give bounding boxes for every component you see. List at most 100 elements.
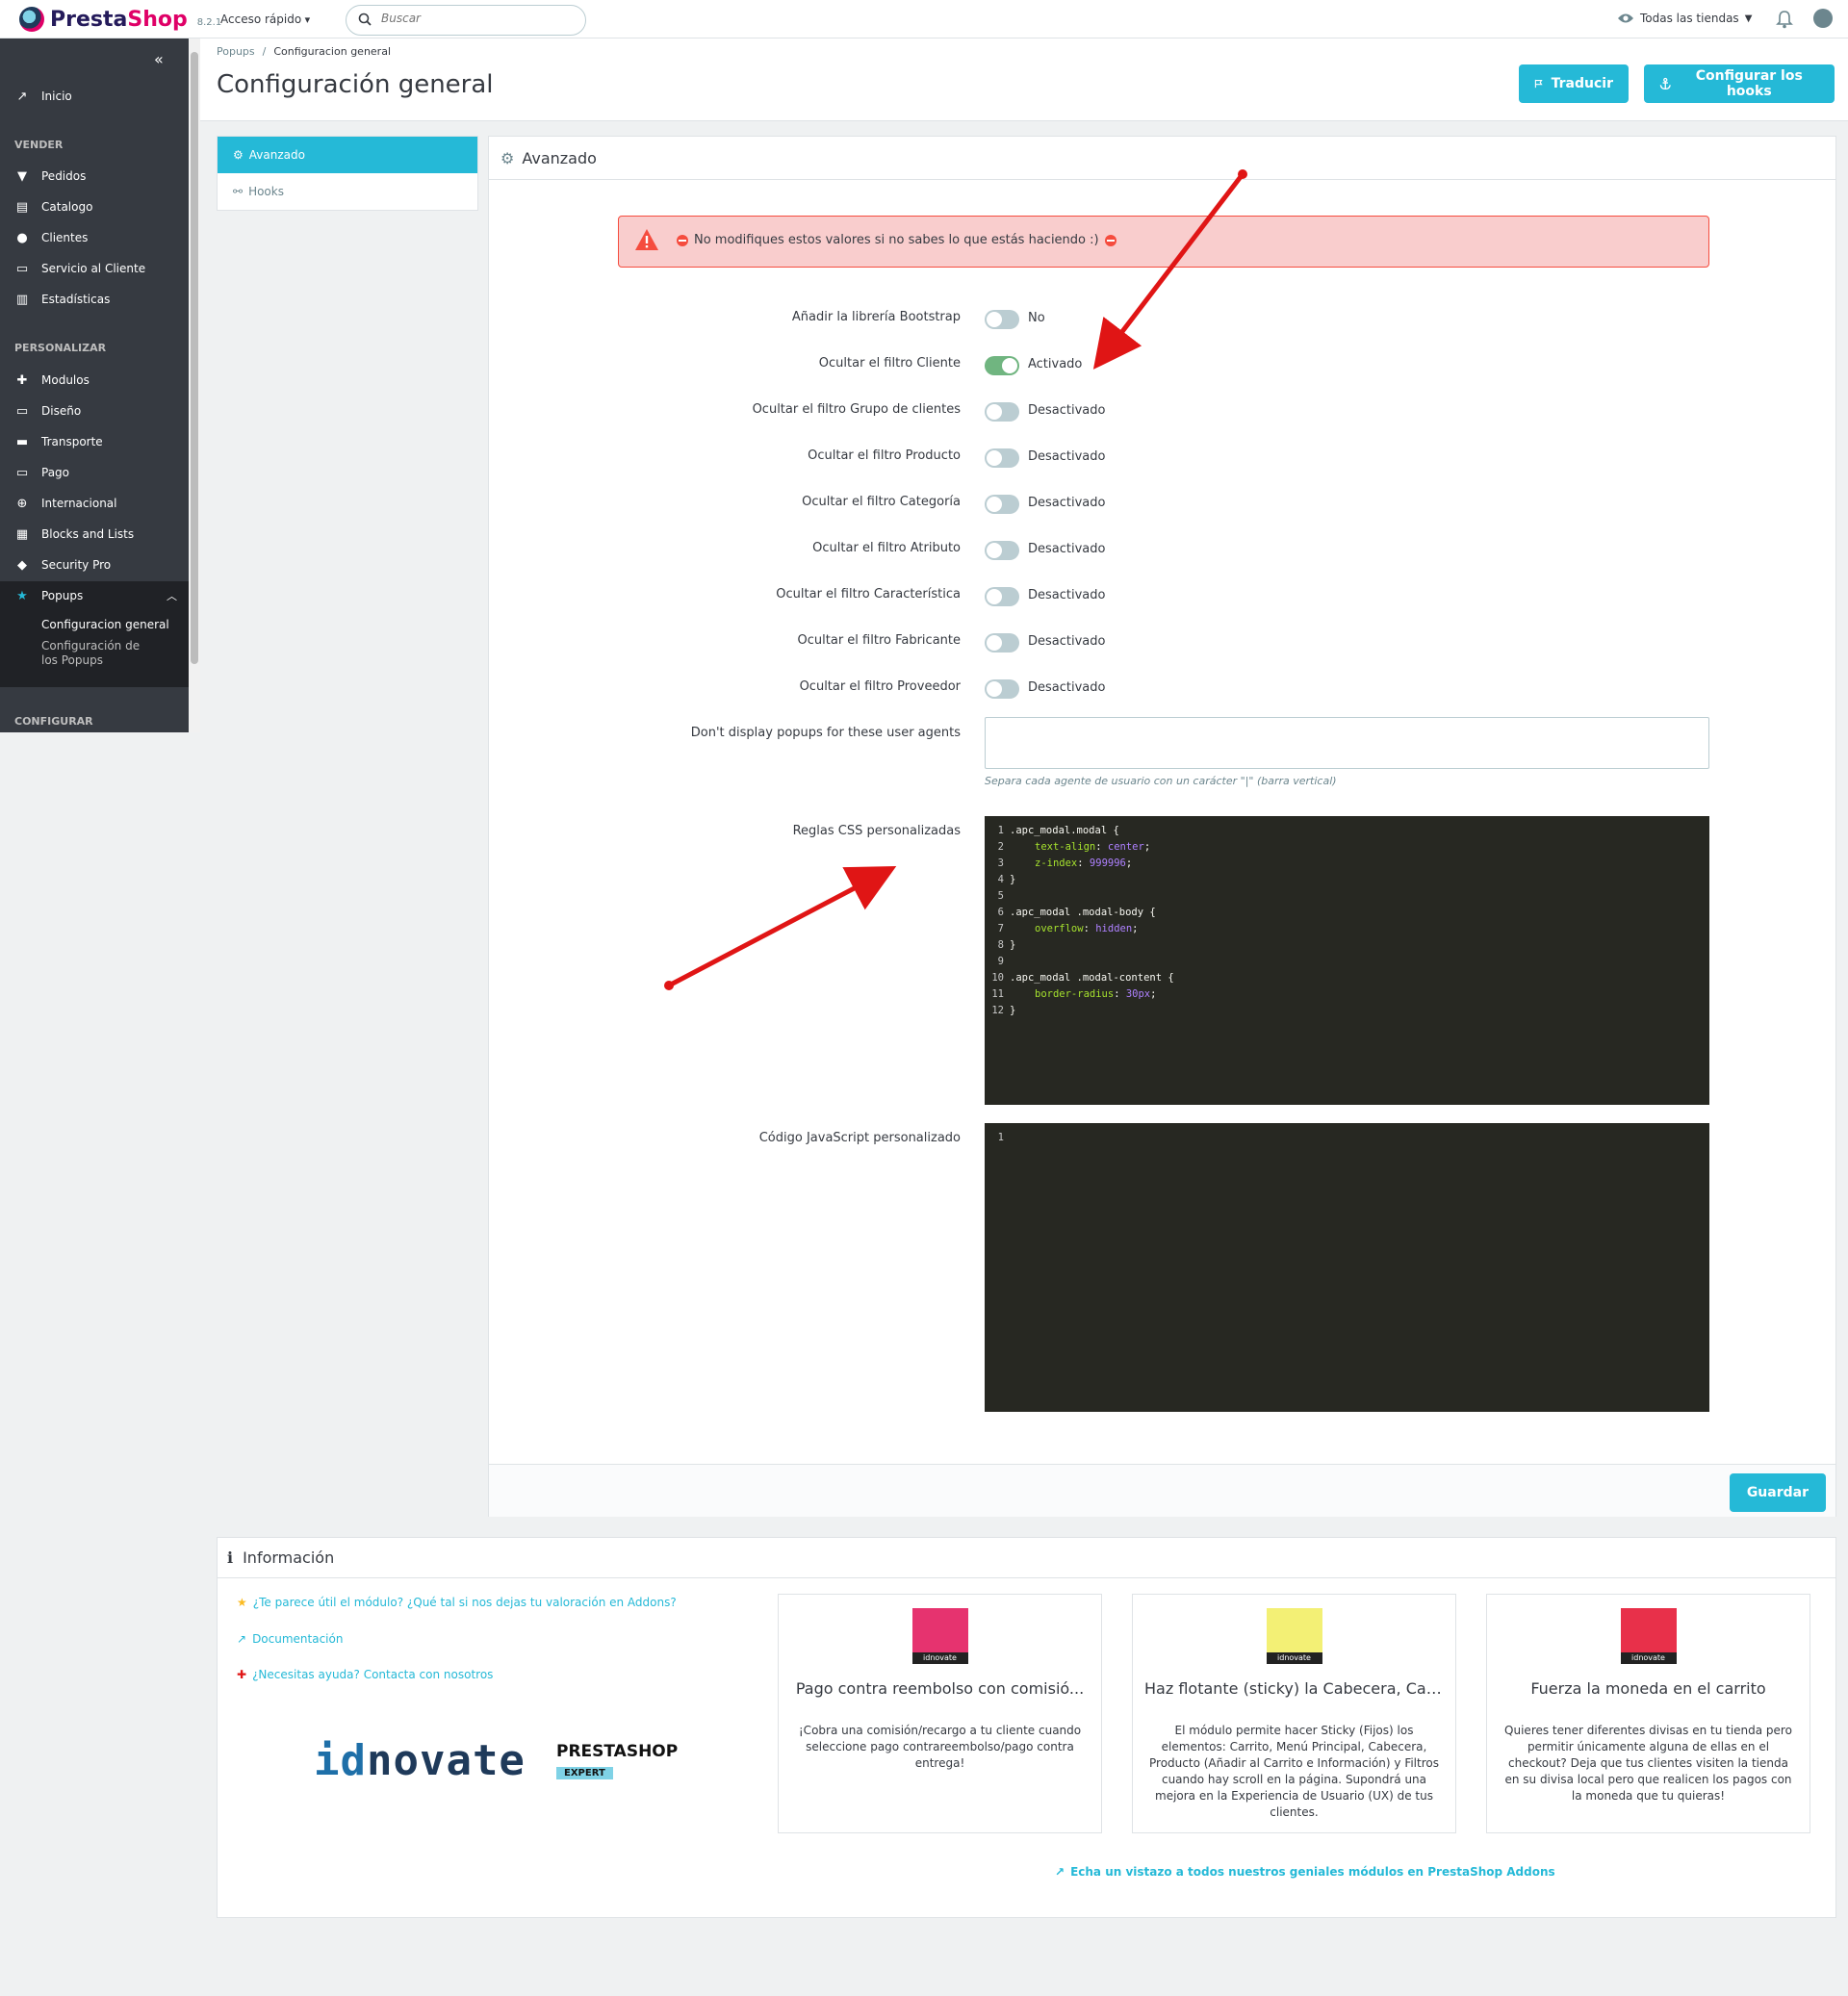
code-text: } — [1010, 873, 1016, 885]
chart-icon: ▥ — [15, 292, 29, 307]
search-icon — [358, 13, 372, 26]
tab-hooks[interactable]: ⚯ Hooks — [218, 173, 477, 210]
prestashop-logo[interactable]: PrestaShop 8.2.1 — [19, 7, 221, 32]
toggle-label: Ocultar el filtro Característica — [776, 587, 961, 601]
currency-exchange-icon — [1620, 1608, 1677, 1652]
sidebar-item-popups[interactable]: ★ Popups ︿ — [0, 581, 189, 610]
info-panel: i Información ★ ¿Te parece útil el módulo?… — [217, 1537, 1836, 1918]
css-code-editor[interactable]: 1 .apc_modal.modal {2 text-align: center; 3… — [985, 816, 1709, 1105]
module-card-currency[interactable]: idnovate Fuerza la moneda en el carrito … — [1486, 1594, 1810, 1833]
sidebar-item-estadisticas[interactable]: ▥ Estadísticas — [0, 285, 189, 314]
tab-avanzado[interactable]: ⚙ Avanzado — [218, 137, 477, 173]
flag-icon — [1534, 79, 1543, 89]
sidebar-item-diseno[interactable]: ▭ Diseño — [0, 397, 189, 425]
chevron-up-icon: ︿ — [167, 590, 177, 602]
js-code-editor[interactable]: 1 — [985, 1123, 1709, 1412]
trend-icon: ↗ — [16, 89, 28, 104]
page-header: Popups / Configuracion general Configuraci… — [200, 38, 1848, 121]
money-hand-icon — [911, 1608, 968, 1652]
save-button[interactable]: Guardar — [1729, 1473, 1826, 1512]
sidebar-item-servicio[interactable]: ▭ Servicio al Cliente — [0, 254, 189, 283]
toggle-switch-producto[interactable] — [985, 448, 1019, 468]
user-icon: ● — [16, 230, 28, 245]
scrollbar-thumb[interactable] — [191, 52, 198, 664]
collapse-menu-icon[interactable]: « — [154, 50, 164, 68]
globe-icon: ⊕ — [16, 496, 28, 511]
code-line: 5 — [985, 887, 1709, 904]
link-icon: ⚯ — [233, 185, 244, 198]
sidebar-item-security[interactable]: ◆ Security Pro — [0, 550, 189, 579]
toggle-status: Desactivado — [1028, 449, 1106, 464]
module-card-sticky[interactable]: idnovate Haz flotante (sticky) la Cabece… — [1132, 1594, 1456, 1833]
logo-text: PrestaShop — [50, 7, 188, 32]
css-label: Reglas CSS personalizadas — [792, 824, 961, 838]
sidebar-item-transporte[interactable]: ▬ Transporte — [0, 427, 189, 456]
breadcrumb: Popups / Configuracion general — [217, 45, 391, 58]
code-line: 11 border-radius: 30px; — [985, 985, 1709, 1002]
toggle-label: Ocultar el filtro Proveedor — [799, 679, 961, 694]
toggle-switch-caracteristica[interactable] — [985, 587, 1019, 606]
sidebar-item-clientes[interactable]: ● Clientes — [0, 223, 189, 252]
toggle-label: Ocultar el filtro Fabricante — [797, 633, 961, 648]
user-agents-input[interactable] — [985, 717, 1709, 769]
advanced-panel: ⚙ Avanzado No modifiques estos valores si… — [488, 136, 1836, 1517]
submenu-item-configuracion-popups[interactable]: Configuración de los Popups — [0, 631, 154, 668]
line-number: 9 — [997, 955, 1004, 967]
contact-link[interactable]: ✚ ¿Necesitas ayuda? Contacta con nosotros — [237, 1668, 493, 1681]
rate-module-link[interactable]: ★ ¿Te parece útil el módulo? ¿Qué tal si … — [237, 1596, 677, 1609]
code-text: } — [1010, 938, 1016, 951]
toggle-switch-categoria[interactable] — [985, 495, 1019, 514]
alert-message: No modifiques estos valores si no sabes … — [677, 233, 1116, 247]
toggle-switch-cliente[interactable] — [985, 356, 1019, 375]
user-agents-label: Don't display popups for these user agen… — [690, 726, 961, 740]
code-line: 10 .apc_modal .modal-content { — [985, 969, 1709, 985]
toggle-switch-fabricante[interactable] — [985, 633, 1019, 653]
code-line: 1 — [985, 1129, 1709, 1145]
sidebar-scrollbar[interactable] — [189, 38, 200, 732]
toggle-switch-bootstrap[interactable] — [985, 310, 1019, 329]
credit-card-icon: ▭ — [15, 465, 29, 480]
toggle-label: Ocultar el filtro Producto — [808, 448, 961, 463]
bell-icon[interactable] — [1776, 10, 1793, 29]
toggle-switch-grupo[interactable] — [985, 402, 1019, 422]
js-label: Código JavaScript personalizado — [758, 1131, 961, 1145]
star-icon: ★ — [237, 1596, 247, 1609]
sidebar: « ↗ Inicio VENDER ▼ Pedidos ▤ Catalogo ● Cli… — [0, 38, 189, 732]
code-text: overflow: hidden; — [1035, 922, 1139, 934]
search-input[interactable] — [381, 12, 574, 25]
account-avatar-icon[interactable] — [1813, 9, 1833, 28]
module-card-cod[interactable]: idnovate Pago contra reembolso con comis… — [778, 1594, 1102, 1833]
configure-hooks-button[interactable]: Configurar los hooks — [1644, 64, 1835, 103]
sidebar-item-catalogo[interactable]: ▤ Catalogo — [0, 192, 189, 221]
module-card-desc: Quieres tener diferentes divisas en tu t… — [1504, 1724, 1792, 1803]
translate-button[interactable]: Traducir — [1519, 64, 1629, 103]
truck-icon: ▬ — [15, 434, 29, 449]
sidebar-item-blocks[interactable]: ▦ Blocks and Lists — [0, 520, 189, 549]
addons-link[interactable]: ↗ Echa un vistazo a todos nuestros genial… — [1055, 1865, 1555, 1879]
line-number: 2 — [997, 840, 1004, 853]
toggle-switch-atributo[interactable] — [985, 541, 1019, 560]
basket-icon: ▼ — [17, 168, 27, 184]
sidebar-item-inicio[interactable]: ↗ Inicio — [0, 82, 189, 111]
quick-access-dropdown[interactable]: Acceso rápido — [220, 13, 310, 26]
warning-alert: No modifiques estos valores si no sabes … — [618, 216, 1709, 268]
submenu-item-configuracion-general[interactable]: Configuracion general — [0, 610, 189, 631]
medkit-icon: ✚ — [237, 1668, 247, 1681]
toggle-status: Desactivado — [1028, 680, 1106, 695]
module-card-title: Fuerza la moneda en el carrito — [1530, 1679, 1766, 1698]
toggle-switch-proveedor[interactable] — [985, 679, 1019, 699]
store-icon: ▤ — [15, 199, 29, 215]
store-selector[interactable]: Todas las tiendas ▼ — [1617, 12, 1752, 25]
code-text: z-index: 999996; — [1035, 857, 1133, 869]
search-box[interactable] — [346, 5, 586, 36]
line-number: 10 — [991, 971, 1004, 984]
sidebar-item-internacional[interactable]: ⊕ Internacional — [0, 489, 189, 518]
store-selector-label: Todas las tiendas — [1640, 12, 1739, 25]
sidebar-item-modulos[interactable]: ✚ Modulos — [0, 366, 189, 395]
toggle-status: No — [1028, 311, 1045, 325]
sidebar-item-pago[interactable]: ▭ Pago — [0, 458, 189, 487]
breadcrumb-popups[interactable]: Popups — [217, 45, 255, 58]
code-line: 1 .apc_modal.modal { — [985, 822, 1709, 838]
sidebar-item-pedidos[interactable]: ▼ Pedidos — [0, 162, 189, 191]
documentation-link[interactable]: ↗ Documentación — [237, 1632, 343, 1646]
